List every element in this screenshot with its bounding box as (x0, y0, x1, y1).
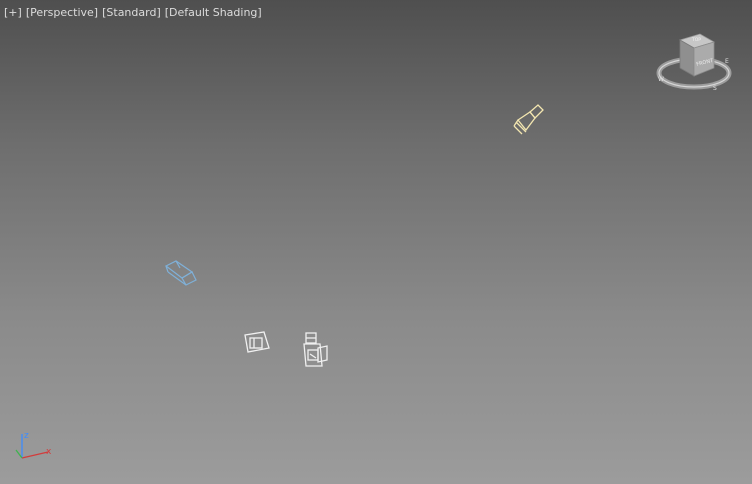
viewcube-compass-w: W (658, 76, 664, 83)
viewport-label-menu: [+] [Perspective] [Standard] [Default Sh… (4, 6, 262, 19)
y-axis-line (15, 449, 23, 459)
camera-object-icon[interactable] (300, 330, 332, 370)
x-axis-label: x (46, 447, 52, 457)
viewport-view-label[interactable]: [Perspective] (26, 6, 98, 19)
spotlight-yellow-icon[interactable] (508, 102, 546, 138)
viewport-shading-label[interactable]: [Default Shading] (165, 6, 262, 19)
viewcube-compass-e: E (725, 58, 729, 65)
perspective-viewport[interactable]: [+] [Perspective] [Standard] [Default Sh… (0, 0, 752, 484)
viewcube[interactable]: TOP FRONT W S E (656, 28, 734, 94)
light-blue-icon[interactable] (162, 258, 200, 288)
viewport-mode-label[interactable]: [Standard] (102, 6, 161, 19)
viewcube-compass-s: S (713, 85, 717, 92)
z-axis-label: z (24, 431, 29, 441)
camera-target-icon[interactable] (242, 330, 272, 356)
x-axis-line (21, 451, 49, 459)
axis-tripod-icon: z x (15, 431, 52, 459)
viewcube-top-label: TOP (691, 37, 701, 43)
viewport-menu-button[interactable]: [+] (4, 6, 22, 19)
